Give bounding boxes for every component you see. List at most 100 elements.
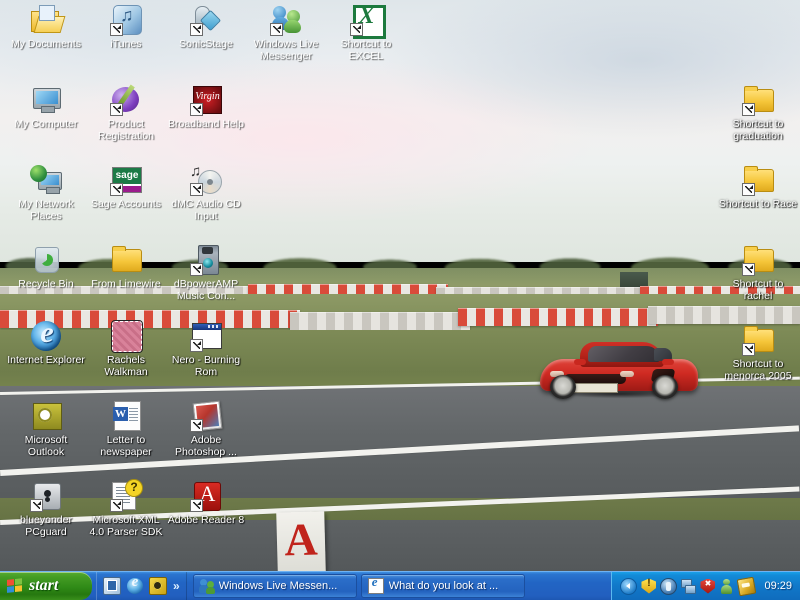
desktop-icon-label: Adobe Photoshop ... <box>175 434 237 458</box>
show-desktop-icon[interactable] <box>103 577 121 595</box>
desktop-icon-label: Rachels Walkman <box>104 354 148 378</box>
desktop-icon-label: iTunes <box>110 38 142 50</box>
desktop-icon-label: Shortcut to menorca 2005 <box>724 358 792 382</box>
desktop-screen: A My Documents iTunes SonicStage <box>0 0 800 600</box>
desktop-icon-label: dMC Audio CD Input <box>171 198 241 222</box>
desktop-icon-shortcut-to-rachel[interactable]: Shortcut to rachel <box>718 244 798 302</box>
folder-icon <box>742 324 774 356</box>
messenger-online-icon[interactable] <box>719 578 734 594</box>
desktop-icon-label: Shortcut to rachel <box>732 278 784 302</box>
internet-explorer-icon[interactable] <box>127 574 143 594</box>
desktop-icon-label: From Limewire <box>91 278 161 290</box>
media-player-icon[interactable] <box>149 577 167 595</box>
audio-cd-icon: ♫ <box>190 164 222 196</box>
folder-icon <box>742 244 774 276</box>
microsoft-outlook-icon <box>30 400 62 432</box>
windows-live-messenger-icon <box>270 4 302 36</box>
desktop-icon-nero-burning-rom[interactable]: Nero - Burning Rom <box>166 320 246 378</box>
desktop-icon-label: SonicStage <box>179 38 233 50</box>
my-computer-icon <box>30 84 62 116</box>
start-button-label: start <box>29 577 59 594</box>
desktop-icon-label: Nero - Burning Rom <box>171 354 241 378</box>
itunes-icon <box>110 4 142 36</box>
messenger-icon <box>198 579 215 594</box>
desktop-icon-dmc-audio-cd-input[interactable]: ♫ dMC Audio CD Input <box>166 164 246 222</box>
desktop-icon-itunes[interactable]: iTunes <box>86 4 166 51</box>
desktop-icon-sonicstage[interactable]: SonicStage <box>166 4 246 51</box>
quick-launch-bar: » <box>96 572 187 600</box>
antivirus-shield-icon[interactable] <box>700 578 716 594</box>
desktop-icon-my-network-places[interactable]: My Network Places <box>6 164 86 222</box>
desktop-icon-my-computer[interactable]: My Computer <box>6 84 86 131</box>
desktop-icon-label: Microsoft Outlook <box>24 434 68 458</box>
my-network-places-icon <box>30 164 62 196</box>
nero-burning-rom-icon <box>190 320 222 352</box>
sonicstage-icon <box>190 4 222 36</box>
desktop-icon-microsoft-outlook[interactable]: Microsoft Outlook <box>6 400 86 458</box>
excel-icon <box>350 3 386 39</box>
desktop-icon-dbpoweramp-music-converter[interactable]: dBpowerAMP Music Con... <box>166 244 246 302</box>
xml-sdk-help-icon <box>110 479 143 512</box>
internet-explorer-icon <box>367 574 384 594</box>
desktop-icon-label: Broadband Help <box>168 118 244 130</box>
network-connection-icon[interactable] <box>681 578 697 594</box>
walkman-icon <box>110 320 143 353</box>
desktop-icon-grid: My Documents iTunes SonicStage Windows L… <box>0 0 800 572</box>
desktop-icon-internet-explorer[interactable]: Internet Explorer <box>6 316 86 367</box>
desktop-icon-rachels-walkman[interactable]: Rachels Walkman <box>86 320 166 378</box>
sage-accounts-icon <box>110 164 142 196</box>
desktop-icon-label: My Computer <box>14 118 78 130</box>
my-documents-icon <box>30 4 62 36</box>
desktop-icon-label: Shortcut to EXCEL <box>340 38 392 62</box>
desktop-icon-label: Microsoft XML 4.0 Parser SDK <box>89 514 163 538</box>
chevron-left-icon[interactable] <box>620 577 638 595</box>
product-registration-icon <box>110 84 142 116</box>
adobe-photoshop-icon <box>190 400 223 432</box>
desktop-icon-label: Sage Accounts <box>90 198 162 210</box>
desktop-icon-label: blueyonder PCguard <box>20 514 72 538</box>
taskbar-clock[interactable]: 09:29 <box>759 580 794 592</box>
desktop-icon-my-documents[interactable]: My Documents <box>6 4 86 51</box>
desktop-icon-blueyonder-pcguard[interactable]: blueyonder PCguard <box>6 480 86 538</box>
folder-icon <box>742 164 774 196</box>
desktop-icon-broadband-help[interactable]: Broadband Help <box>166 84 246 131</box>
desktop-icon-sage-accounts[interactable]: Sage Accounts <box>86 164 166 211</box>
taskbar: start » Windows Live Messen... What do y… <box>0 571 800 600</box>
desktop-icon-letter-to-newspaper[interactable]: Letter to newspaper <box>86 400 166 458</box>
desktop-icon-label: My Network Places <box>18 198 74 222</box>
task-button-internet-explorer[interactable]: What do you look at ... <box>360 574 525 598</box>
desktop-icon-from-limewire[interactable]: From Limewire <box>86 244 166 291</box>
desktop-icon-microsoft-xml-parser-sdk[interactable]: Microsoft XML 4.0 Parser SDK <box>86 479 166 538</box>
desktop-icon-label: Letter to newspaper <box>100 434 152 458</box>
recycle-bin-icon <box>30 244 62 276</box>
word-document-icon <box>110 400 142 432</box>
quick-launch-overflow-icon[interactable]: » <box>173 578 180 594</box>
desktop-icon-adobe-reader-8[interactable]: Adobe Reader 8 <box>166 480 246 527</box>
task-button-label: What do you look at ... <box>388 580 499 592</box>
internet-explorer-icon <box>30 316 63 352</box>
desktop-icon-adobe-photoshop[interactable]: Adobe Photoshop ... <box>166 400 246 458</box>
security-alert-shield-icon[interactable] <box>641 578 657 594</box>
desktop-icon-recycle-bin[interactable]: Recycle Bin <box>6 244 86 291</box>
task-button-list: Windows Live Messen... What do you look … <box>187 572 612 600</box>
desktop-icon-label: dBpowerAMP Music Con... <box>173 278 239 302</box>
safely-remove-hardware-icon[interactable] <box>737 576 757 596</box>
desktop-icon-shortcut-to-race[interactable]: Shortcut to Race <box>718 164 798 211</box>
task-button-windows-live-messenger[interactable]: Windows Live Messen... <box>192 574 357 598</box>
adobe-reader-icon <box>190 480 222 512</box>
update-status-icon[interactable] <box>660 577 678 595</box>
windows-flag-icon <box>7 577 23 595</box>
desktop-icon-product-registration[interactable]: Product Registration <box>86 84 166 142</box>
pcguard-lock-icon <box>30 480 62 512</box>
desktop-icon-shortcut-to-graduation[interactable]: Shortcut to graduation <box>718 84 798 142</box>
desktop-icon-label: Product Registration <box>97 118 155 142</box>
system-tray: 09:29 <box>611 572 800 600</box>
desktop-icon-label: Adobe Reader 8 <box>167 514 245 526</box>
desktop-icon-shortcut-to-excel[interactable]: Shortcut to EXCEL <box>326 3 406 62</box>
desktop-icon-label: Internet Explorer <box>7 354 85 366</box>
folder-icon <box>742 84 774 116</box>
desktop-icon-windows-live-messenger[interactable]: Windows Live Messenger <box>246 4 326 62</box>
desktop-icon-shortcut-to-menorca-2005[interactable]: Shortcut to menorca 2005 <box>718 324 798 382</box>
start-button[interactable]: start <box>0 572 92 600</box>
desktop-icon-label: Windows Live Messenger <box>253 38 319 62</box>
